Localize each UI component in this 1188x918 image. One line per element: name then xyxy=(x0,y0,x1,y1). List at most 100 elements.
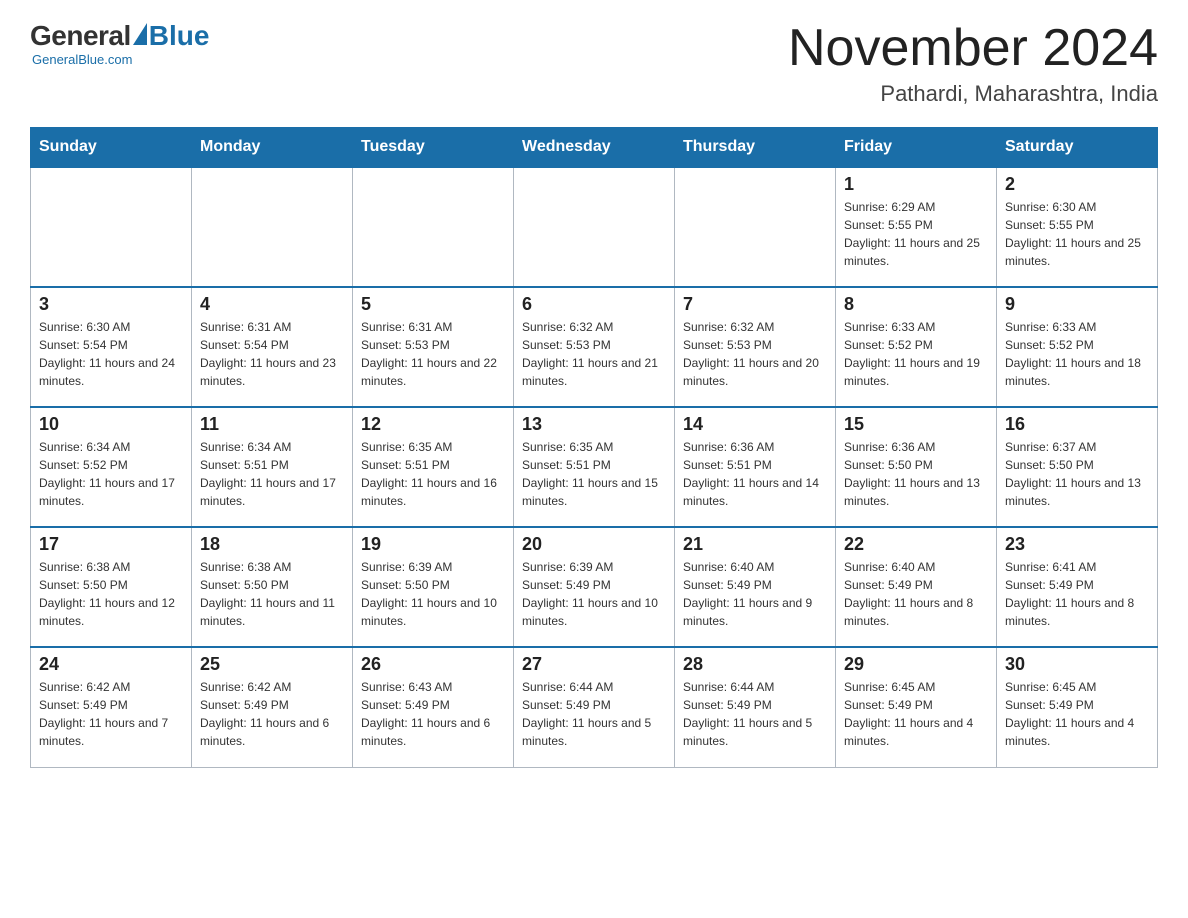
day-of-week-header: Thursday xyxy=(675,128,836,168)
calendar-day-cell: 15 Sunrise: 6:36 AM Sunset: 5:50 PM Dayli… xyxy=(836,407,997,527)
calendar-day-cell: 13 Sunrise: 6:35 AM Sunset: 5:51 PM Dayli… xyxy=(514,407,675,527)
day-number: 10 xyxy=(39,414,183,435)
day-number: 13 xyxy=(522,414,666,435)
calendar-day-cell: 26 Sunrise: 6:43 AM Sunset: 5:49 PM Dayli… xyxy=(353,647,514,767)
day-number: 18 xyxy=(200,534,344,555)
day-info: Sunrise: 6:42 AM Sunset: 5:49 PM Dayligh… xyxy=(200,678,344,750)
day-number: 24 xyxy=(39,654,183,675)
day-number: 12 xyxy=(361,414,505,435)
day-info: Sunrise: 6:35 AM Sunset: 5:51 PM Dayligh… xyxy=(361,438,505,510)
calendar-day-cell: 19Sunrise: 6:39 AM Sunset: 5:50 PM Dayli… xyxy=(353,527,514,647)
day-number: 23 xyxy=(1005,534,1149,555)
day-info: Sunrise: 6:42 AM Sunset: 5:49 PM Dayligh… xyxy=(39,678,183,750)
day-number: 22 xyxy=(844,534,988,555)
calendar-day-cell xyxy=(31,167,192,287)
day-of-week-header: Monday xyxy=(192,128,353,168)
calendar-day-cell: 9 Sunrise: 6:33 AM Sunset: 5:52 PM Daylig… xyxy=(997,287,1158,407)
day-info: Sunrise: 6:39 AM Sunset: 5:49 PM Dayligh… xyxy=(522,558,666,630)
day-number: 2 xyxy=(1005,174,1149,195)
day-info: Sunrise: 6:33 AM Sunset: 5:52 PM Dayligh… xyxy=(1005,318,1149,390)
day-info: Sunrise: 6:41 AM Sunset: 5:49 PM Dayligh… xyxy=(1005,558,1149,630)
calendar-week-row: 24 Sunrise: 6:42 AM Sunset: 5:49 PM Dayli… xyxy=(31,647,1158,767)
calendar-day-cell: 7 Sunrise: 6:32 AM Sunset: 5:53 PM Daylig… xyxy=(675,287,836,407)
calendar-day-cell: 3 Sunrise: 6:30 AM Sunset: 5:54 PM Daylig… xyxy=(31,287,192,407)
calendar-day-cell: 17 Sunrise: 6:38 AM Sunset: 5:50 PM Dayli… xyxy=(31,527,192,647)
day-info: Sunrise: 6:40 AM Sunset: 5:49 PM Dayligh… xyxy=(683,558,827,630)
calendar-day-cell: 1Sunrise: 6:29 AM Sunset: 5:55 PM Daylig… xyxy=(836,167,997,287)
calendar-day-cell: 30 Sunrise: 6:45 AM Sunset: 5:49 PM Dayli… xyxy=(997,647,1158,767)
calendar-day-cell: 11Sunrise: 6:34 AM Sunset: 5:51 PM Dayli… xyxy=(192,407,353,527)
calendar-day-cell: 21 Sunrise: 6:40 AM Sunset: 5:49 PM Dayli… xyxy=(675,527,836,647)
calendar-day-cell xyxy=(514,167,675,287)
calendar-table: SundayMondayTuesdayWednesdayThursdayFrid… xyxy=(30,127,1158,768)
day-info: Sunrise: 6:36 AM Sunset: 5:51 PM Dayligh… xyxy=(683,438,827,510)
day-of-week-header: Saturday xyxy=(997,128,1158,168)
day-info: Sunrise: 6:34 AM Sunset: 5:52 PM Dayligh… xyxy=(39,438,183,510)
day-number: 17 xyxy=(39,534,183,555)
calendar-day-cell: 16 Sunrise: 6:37 AM Sunset: 5:50 PM Dayli… xyxy=(997,407,1158,527)
day-info: Sunrise: 6:37 AM Sunset: 5:50 PM Dayligh… xyxy=(1005,438,1149,510)
calendar-day-cell: 10 Sunrise: 6:34 AM Sunset: 5:52 PM Dayli… xyxy=(31,407,192,527)
calendar-day-cell: 22Sunrise: 6:40 AM Sunset: 5:49 PM Dayli… xyxy=(836,527,997,647)
day-info: Sunrise: 6:31 AM Sunset: 5:54 PM Dayligh… xyxy=(200,318,344,390)
day-info: Sunrise: 6:32 AM Sunset: 5:53 PM Dayligh… xyxy=(683,318,827,390)
day-number: 15 xyxy=(844,414,988,435)
logo-general-text: General xyxy=(30,20,131,52)
title-block: November 2024 Pathardi, Maharashtra, Ind… xyxy=(788,20,1158,107)
day-info: Sunrise: 6:30 AM Sunset: 5:54 PM Dayligh… xyxy=(39,318,183,390)
calendar-day-cell: 5Sunrise: 6:31 AM Sunset: 5:53 PM Daylig… xyxy=(353,287,514,407)
day-number: 16 xyxy=(1005,414,1149,435)
day-number: 8 xyxy=(844,294,988,315)
month-title: November 2024 xyxy=(788,20,1158,77)
day-number: 3 xyxy=(39,294,183,315)
calendar-week-row: 17 Sunrise: 6:38 AM Sunset: 5:50 PM Dayli… xyxy=(31,527,1158,647)
day-number: 6 xyxy=(522,294,666,315)
day-info: Sunrise: 6:45 AM Sunset: 5:49 PM Dayligh… xyxy=(844,678,988,750)
day-info: Sunrise: 6:38 AM Sunset: 5:50 PM Dayligh… xyxy=(39,558,183,630)
day-of-week-header: Sunday xyxy=(31,128,192,168)
calendar-day-cell xyxy=(353,167,514,287)
calendar-day-cell: 12 Sunrise: 6:35 AM Sunset: 5:51 PM Dayli… xyxy=(353,407,514,527)
day-info: Sunrise: 6:35 AM Sunset: 5:51 PM Dayligh… xyxy=(522,438,666,510)
calendar-day-cell: 14Sunrise: 6:36 AM Sunset: 5:51 PM Dayli… xyxy=(675,407,836,527)
day-info: Sunrise: 6:30 AM Sunset: 5:55 PM Dayligh… xyxy=(1005,198,1149,270)
day-info: Sunrise: 6:29 AM Sunset: 5:55 PM Dayligh… xyxy=(844,198,988,270)
day-info: Sunrise: 6:45 AM Sunset: 5:49 PM Dayligh… xyxy=(1005,678,1149,750)
day-info: Sunrise: 6:36 AM Sunset: 5:50 PM Dayligh… xyxy=(844,438,988,510)
day-number: 9 xyxy=(1005,294,1149,315)
logo-blue-text: Blue xyxy=(149,20,210,52)
day-info: Sunrise: 6:34 AM Sunset: 5:51 PM Dayligh… xyxy=(200,438,344,510)
logo-triangle-icon xyxy=(133,23,147,45)
calendar-week-row: 3 Sunrise: 6:30 AM Sunset: 5:54 PM Daylig… xyxy=(31,287,1158,407)
day-info: Sunrise: 6:43 AM Sunset: 5:49 PM Dayligh… xyxy=(361,678,505,750)
day-number: 28 xyxy=(683,654,827,675)
calendar-day-cell: 18 Sunrise: 6:38 AM Sunset: 5:50 PM Dayli… xyxy=(192,527,353,647)
calendar-day-cell: 20Sunrise: 6:39 AM Sunset: 5:49 PM Dayli… xyxy=(514,527,675,647)
day-info: Sunrise: 6:33 AM Sunset: 5:52 PM Dayligh… xyxy=(844,318,988,390)
page-header: General Blue GeneralBlue.com November 20… xyxy=(30,20,1158,107)
logo-tagline: GeneralBlue.com xyxy=(32,52,132,67)
calendar-header-row: SundayMondayTuesdayWednesdayThursdayFrid… xyxy=(31,128,1158,168)
day-info: Sunrise: 6:39 AM Sunset: 5:50 PM Dayligh… xyxy=(361,558,505,630)
calendar-day-cell xyxy=(675,167,836,287)
day-number: 26 xyxy=(361,654,505,675)
calendar-day-cell: 29 Sunrise: 6:45 AM Sunset: 5:49 PM Dayli… xyxy=(836,647,997,767)
day-info: Sunrise: 6:44 AM Sunset: 5:49 PM Dayligh… xyxy=(522,678,666,750)
calendar-day-cell xyxy=(192,167,353,287)
calendar-day-cell: 24 Sunrise: 6:42 AM Sunset: 5:49 PM Dayli… xyxy=(31,647,192,767)
calendar-week-row: 10 Sunrise: 6:34 AM Sunset: 5:52 PM Dayli… xyxy=(31,407,1158,527)
calendar-day-cell: 23 Sunrise: 6:41 AM Sunset: 5:49 PM Dayli… xyxy=(997,527,1158,647)
calendar-day-cell: 8 Sunrise: 6:33 AM Sunset: 5:52 PM Daylig… xyxy=(836,287,997,407)
calendar-day-cell: 25Sunrise: 6:42 AM Sunset: 5:49 PM Dayli… xyxy=(192,647,353,767)
day-number: 21 xyxy=(683,534,827,555)
day-number: 7 xyxy=(683,294,827,315)
day-info: Sunrise: 6:44 AM Sunset: 5:49 PM Dayligh… xyxy=(683,678,827,750)
day-of-week-header: Friday xyxy=(836,128,997,168)
calendar-day-cell: 2 Sunrise: 6:30 AM Sunset: 5:55 PM Daylig… xyxy=(997,167,1158,287)
day-number: 29 xyxy=(844,654,988,675)
calendar-day-cell: 4Sunrise: 6:31 AM Sunset: 5:54 PM Daylig… xyxy=(192,287,353,407)
day-number: 30 xyxy=(1005,654,1149,675)
calendar-day-cell: 27Sunrise: 6:44 AM Sunset: 5:49 PM Dayli… xyxy=(514,647,675,767)
day-info: Sunrise: 6:38 AM Sunset: 5:50 PM Dayligh… xyxy=(200,558,344,630)
calendar-day-cell: 28 Sunrise: 6:44 AM Sunset: 5:49 PM Dayli… xyxy=(675,647,836,767)
